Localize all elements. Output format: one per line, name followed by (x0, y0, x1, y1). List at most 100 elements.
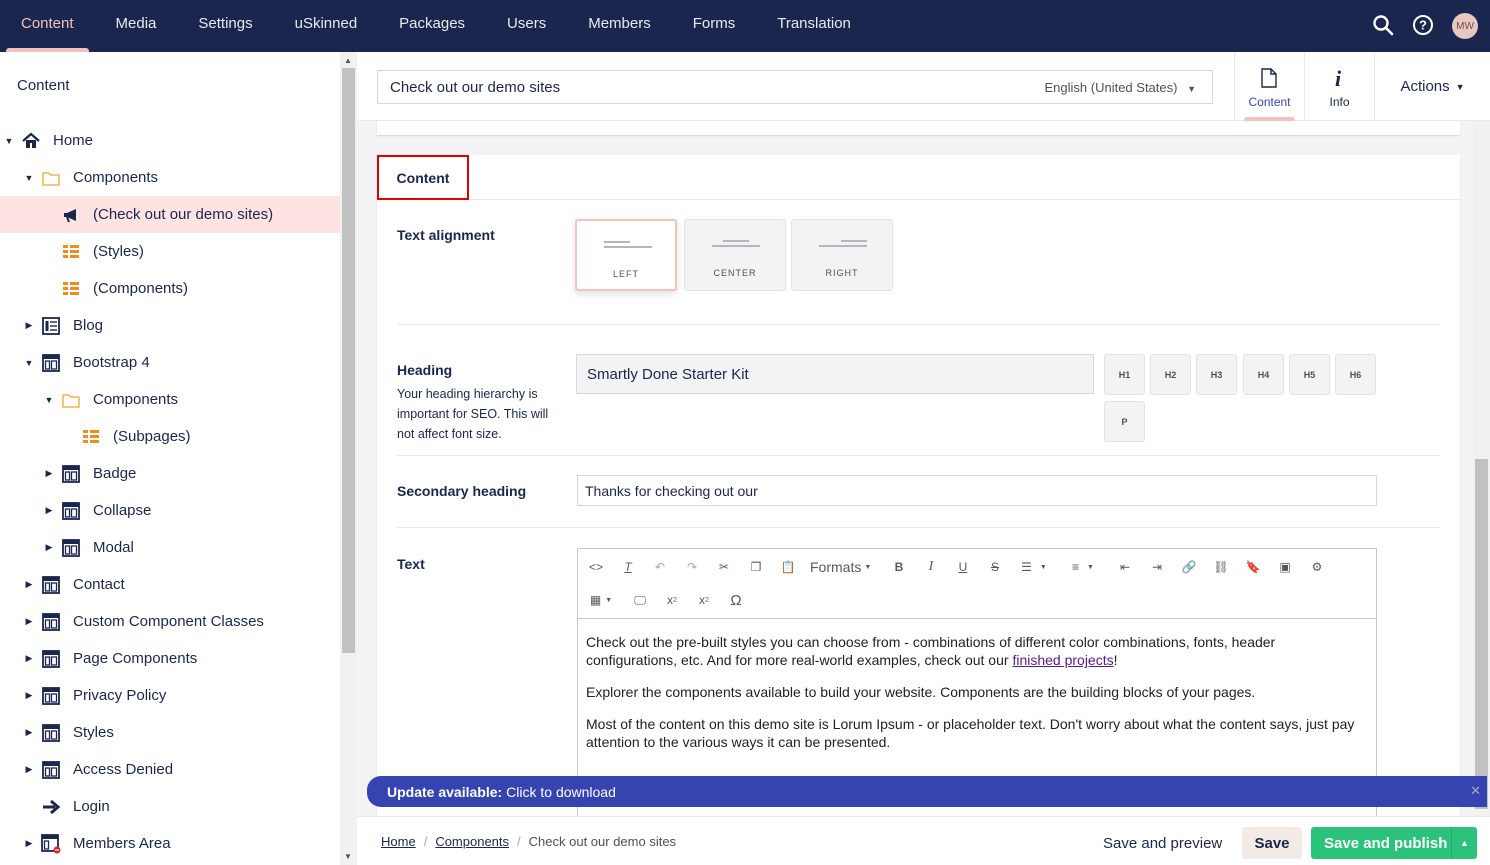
tree-item[interactable]: ▶ Custom Component Classes (0, 603, 340, 640)
nav-content[interactable]: Content (0, 0, 95, 52)
breadcrumb-components[interactable]: Components (435, 834, 509, 849)
heading-level-h3[interactable]: H3 (1196, 354, 1237, 395)
editor-scrollbar[interactable] (1473, 121, 1490, 816)
nav-members[interactable]: Members (567, 0, 672, 52)
update-notification[interactable]: Update available: Click to download ✕ (367, 776, 1487, 807)
tree-item[interactable]: ▶ Members Area (0, 825, 340, 862)
source-code-icon[interactable]: <> (586, 557, 606, 577)
caret-right-icon[interactable]: ▶ (23, 579, 35, 590)
special-character-icon[interactable]: Ω (726, 590, 746, 610)
redo-icon[interactable]: ↷ (682, 557, 702, 577)
anchor-icon[interactable]: 🔖 (1243, 557, 1263, 577)
align-left-button[interactable]: LEFT (575, 219, 677, 291)
search-icon[interactable] (1372, 14, 1394, 39)
clear-formatting-icon[interactable]: T (618, 557, 638, 577)
embed-icon[interactable]: 🖵 (630, 590, 650, 610)
caret-right-icon[interactable]: ▶ (23, 764, 35, 775)
outdent-icon[interactable]: ⇤ (1115, 557, 1135, 577)
link-icon[interactable]: 🔗 (1179, 557, 1199, 577)
tree-item[interactable]: ▶ Modal (0, 529, 340, 566)
bullet-list-icon[interactable]: ☰ ▼ (1017, 557, 1051, 577)
tree-item[interactable]: ▼ Components (0, 381, 340, 418)
tree-item[interactable]: Login (0, 788, 340, 825)
macro-icon[interactable]: ⚙ (1307, 557, 1327, 577)
table-icon[interactable]: ▦ ▼ (586, 590, 616, 610)
close-icon[interactable]: ✕ (1470, 783, 1481, 799)
scroll-down-icon[interactable]: ▼ (344, 852, 352, 861)
help-icon[interactable]: ? (1412, 14, 1434, 39)
paste-icon[interactable]: 📋 (778, 557, 798, 577)
sidebar-scrollbar[interactable]: ▲ ▼ (340, 52, 357, 865)
caret-down-icon[interactable]: ▼ (43, 395, 55, 405)
nav-forms[interactable]: Forms (672, 0, 757, 52)
copy-icon[interactable]: ❐ (746, 557, 766, 577)
nav-translation[interactable]: Translation (756, 0, 872, 52)
tree-item[interactable]: ▼ Bootstrap 4 (0, 344, 340, 381)
caret-right-icon[interactable]: ▶ (23, 653, 35, 664)
tree-item[interactable]: (Check out our demo sites) (0, 196, 340, 233)
language-select[interactable]: English (United States) ▼ (1045, 80, 1197, 95)
heading-level-h5[interactable]: H5 (1289, 354, 1330, 395)
tree-item[interactable]: (Components) (0, 270, 340, 307)
sidebar-scrollbar-thumb[interactable] (342, 68, 355, 653)
tree-item[interactable]: ▶ Styles (0, 714, 340, 751)
unlink-icon[interactable]: ⛓ (1211, 557, 1231, 577)
secondary-heading-input[interactable]: Thanks for checking out our (577, 475, 1377, 506)
image-icon[interactable]: ▣ (1275, 557, 1295, 577)
tree-item[interactable]: ▶ Collapse (0, 492, 340, 529)
caret-right-icon[interactable]: ▶ (23, 690, 35, 701)
finished-projects-link[interactable]: finished projects (1012, 652, 1113, 668)
underline-icon[interactable]: U (953, 557, 973, 577)
subscript-icon[interactable]: x2 (662, 590, 682, 610)
heading-level-h1[interactable]: H1 (1104, 354, 1145, 395)
caret-up-icon[interactable]: ▲ (1451, 827, 1477, 859)
editor-scrollbar-thumb[interactable] (1475, 459, 1488, 809)
bold-icon[interactable]: B (889, 557, 909, 577)
tree-item[interactable]: ▼ Components (0, 159, 340, 196)
heading-level-h6[interactable]: H6 (1335, 354, 1376, 395)
caret-right-icon[interactable]: ▶ (43, 468, 55, 479)
caret-right-icon[interactable]: ▶ (43, 505, 55, 516)
nav-users[interactable]: Users (486, 0, 567, 52)
rte-content[interactable]: Check out the pre-built styles you can c… (578, 619, 1376, 779)
nav-uskinned[interactable]: uSkinned (274, 0, 379, 52)
tree-item[interactable]: ▶ Page Components (0, 640, 340, 677)
tab-content[interactable]: Content (1234, 52, 1304, 121)
nav-settings[interactable]: Settings (177, 0, 273, 52)
align-center-button[interactable]: CENTER (684, 219, 786, 291)
indent-icon[interactable]: ⇥ (1147, 557, 1167, 577)
tab-content-group[interactable]: Content (377, 155, 469, 200)
save-and-preview-button[interactable]: Save and preview (1093, 827, 1232, 859)
node-name-value[interactable]: Check out our demo sites (390, 79, 560, 96)
avatar[interactable]: MW (1452, 13, 1478, 39)
strikethrough-icon[interactable]: S (985, 557, 1005, 577)
caret-right-icon[interactable]: ▶ (23, 320, 35, 331)
tree-item[interactable]: (Styles) (0, 233, 340, 270)
tree-item[interactable]: (Subpages) (0, 418, 340, 455)
update-link[interactable]: Click to download (506, 784, 616, 800)
heading-level-p[interactable]: P (1104, 401, 1145, 442)
nav-media[interactable]: Media (95, 0, 178, 52)
actions-dropdown[interactable]: Actions ▼ (1374, 52, 1490, 121)
caret-right-icon[interactable]: ▶ (23, 838, 35, 849)
heading-input[interactable]: Smartly Done Starter Kit (576, 354, 1094, 394)
tree-item[interactable]: ▶ Badge (0, 455, 340, 492)
tab-info[interactable]: i Info (1304, 52, 1374, 121)
tree-item[interactable]: ▶ Access Denied (0, 751, 340, 788)
tree-item[interactable]: ▶ Blog (0, 307, 340, 344)
numbered-list-icon[interactable]: ≡ ▼ (1066, 557, 1100, 577)
align-right-button[interactable]: RIGHT (791, 219, 893, 291)
tree-item[interactable]: ▶ Privacy Policy (0, 677, 340, 714)
node-name-field[interactable]: Check out our demo sites English (United… (377, 70, 1213, 104)
nav-packages[interactable]: Packages (378, 0, 486, 52)
formats-dropdown[interactable]: Formats ▼ (810, 557, 871, 577)
caret-down-icon[interactable]: ▼ (3, 136, 15, 146)
italic-icon[interactable]: I (921, 557, 941, 577)
undo-icon[interactable]: ↶ (650, 557, 670, 577)
breadcrumb-home[interactable]: Home (381, 834, 416, 849)
superscript-icon[interactable]: x2 (694, 590, 714, 610)
save-button[interactable]: Save (1242, 827, 1302, 859)
scroll-up-icon[interactable]: ▲ (344, 56, 352, 65)
heading-level-h2[interactable]: H2 (1150, 354, 1191, 395)
caret-right-icon[interactable]: ▶ (23, 616, 35, 627)
